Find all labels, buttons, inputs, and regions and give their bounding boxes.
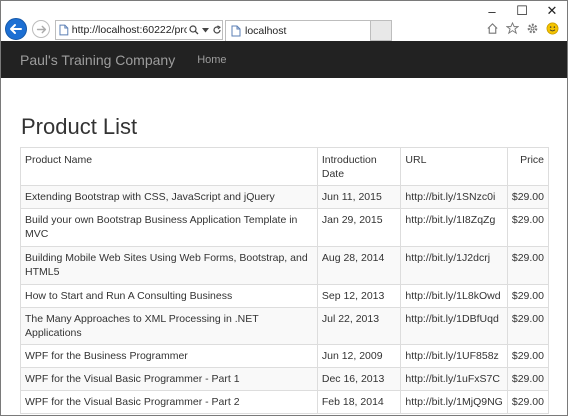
new-tab-button[interactable] — [371, 20, 392, 41]
minimize-button[interactable]: – — [477, 1, 507, 21]
favorites-star-icon[interactable] — [506, 22, 519, 35]
page-title: Product List — [21, 114, 138, 139]
cell-price: $29.00 — [506, 390, 550, 414]
cell-price: $29.00 — [506, 185, 550, 209]
site-navbar: Paul's Training Company Home — [1, 41, 567, 78]
page-icon — [231, 25, 241, 37]
table-row: WPF for the Business Programmer Jun 12, … — [20, 344, 550, 368]
navbar-brand[interactable]: Paul's Training Company — [20, 52, 175, 68]
close-button[interactable]: ✕ — [537, 1, 567, 21]
table-row: How to Start and Run A Consulting Busine… — [20, 284, 550, 308]
table-row: Building Mobile Web Sites Using Web Form… — [20, 246, 550, 285]
table-row: WPF for the Visual Basic Programmer - Pa… — [20, 367, 550, 391]
cell-url: http://bit.ly/1SNzc0i — [400, 185, 508, 209]
dropdown-icon[interactable] — [202, 27, 209, 33]
settings-gear-icon[interactable] — [526, 22, 539, 35]
cell-price: $29.00 — [506, 367, 550, 391]
cell-url: http://bit.ly/1MjQ9NG — [400, 390, 508, 414]
cell-introduction-date: Dec 16, 2013 — [316, 367, 402, 391]
maximize-button[interactable]: ☐ — [507, 1, 537, 21]
cell-introduction-date: Jul 22, 2013 — [316, 307, 402, 345]
forward-arrow-icon — [36, 25, 46, 33]
cell-product-name: WPF for the Business Programmer — [20, 344, 318, 368]
tab-title: localhost — [245, 25, 287, 37]
cell-url: http://bit.ly/1L8kOwd — [400, 284, 508, 308]
header-url: URL — [400, 147, 508, 186]
back-button[interactable] — [5, 18, 27, 40]
cell-introduction-date: Sep 12, 2013 — [316, 284, 402, 308]
cell-product-name: Building Mobile Web Sites Using Web Form… — [20, 246, 318, 285]
browser-window: – ☐ ✕ http://localhost:60222/prodi local… — [0, 0, 568, 416]
cell-url: http://bit.ly/1uFxS7C — [400, 367, 508, 391]
nav-link-home[interactable]: Home — [197, 54, 226, 66]
cell-product-name: How to Start and Run A Consulting Busine… — [20, 284, 318, 308]
table-row: The Many Approaches to XML Processing in… — [20, 307, 550, 345]
cell-url: http://bit.ly/1I8ZqZg — [400, 208, 508, 247]
product-table: Product Name Introduction Date URL Price… — [20, 147, 550, 414]
cell-price: $29.00 — [506, 344, 550, 368]
cell-price: $29.00 — [506, 208, 550, 247]
cell-introduction-date: Jun 11, 2015 — [316, 185, 402, 209]
address-bar[interactable]: http://localhost:60222/prodi — [55, 20, 223, 40]
cell-product-name: WPF for the Visual Basic Programmer - Pa… — [20, 367, 318, 391]
cell-price: $29.00 — [506, 307, 550, 345]
toolbar-icons — [486, 22, 559, 35]
cell-url: http://bit.ly/1J2dcrj — [400, 246, 508, 285]
cell-introduction-date: Feb 18, 2014 — [316, 390, 402, 414]
header-introduction-date: Introduction Date — [316, 147, 402, 186]
back-arrow-icon — [10, 24, 22, 34]
page-icon — [59, 24, 69, 36]
refresh-icon[interactable] — [212, 25, 222, 35]
address-url[interactable]: http://localhost:60222/prodi — [72, 24, 187, 36]
smiley-feedback-icon[interactable] — [546, 22, 559, 35]
cell-price: $29.00 — [506, 284, 550, 308]
home-icon[interactable] — [486, 22, 499, 35]
cell-introduction-date: Aug 28, 2014 — [316, 246, 402, 285]
cell-product-name: WPF for the Visual Basic Programmer - Pa… — [20, 390, 318, 414]
header-price: Price — [506, 147, 550, 186]
header-product-name: Product Name — [20, 147, 318, 186]
cell-price: $29.00 — [506, 246, 550, 285]
cell-url: http://bit.ly/1UF858z — [400, 344, 508, 368]
cell-introduction-date: Jan 29, 2015 — [316, 208, 402, 247]
cell-product-name: Build your own Bootstrap Business Applic… — [20, 208, 318, 247]
tab-localhost[interactable]: localhost — [225, 20, 371, 41]
cell-product-name: The Many Approaches to XML Processing in… — [20, 307, 318, 345]
window-controls: – ☐ ✕ — [477, 1, 567, 21]
cell-product-name: Extending Bootstrap with CSS, JavaScript… — [20, 185, 318, 209]
search-icon[interactable] — [189, 25, 199, 35]
forward-button[interactable] — [32, 20, 50, 38]
table-row: Build your own Bootstrap Business Applic… — [20, 208, 550, 247]
table-row: Extending Bootstrap with CSS, JavaScript… — [20, 185, 550, 209]
cell-introduction-date: Jun 12, 2009 — [316, 344, 402, 368]
browser-chrome: – ☐ ✕ http://localhost:60222/prodi local… — [1, 1, 567, 41]
table-header-row: Product Name Introduction Date URL Price — [20, 147, 550, 186]
cell-url: http://bit.ly/1DBfUqd — [400, 307, 508, 345]
table-row: WPF for the Visual Basic Programmer - Pa… — [20, 390, 550, 414]
